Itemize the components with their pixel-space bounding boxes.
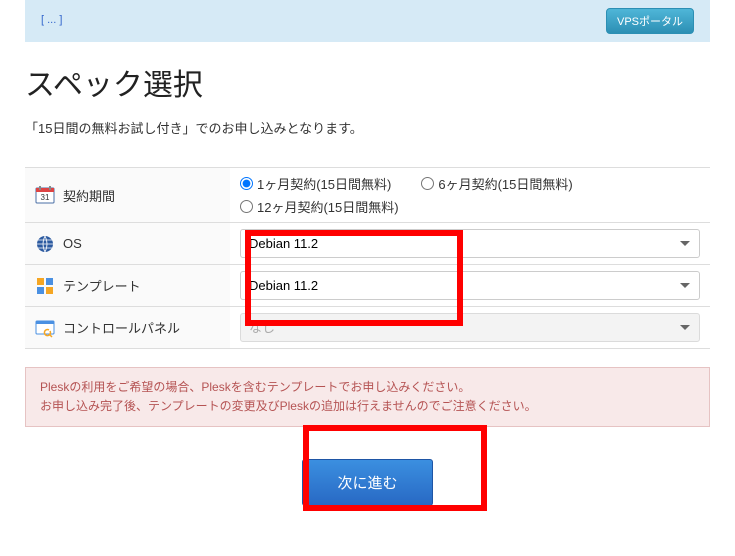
warning-line-1: Pleskの利用をご希望の場合、Pleskを含むテンプレートでお申し込みください… bbox=[40, 378, 695, 397]
period-option-2[interactable]: 12ヶ月契約(15日間無料) bbox=[240, 197, 399, 216]
page-title: スペック選択 bbox=[25, 60, 710, 104]
banner-link[interactable]: [ ... ] bbox=[41, 14, 62, 26]
cpanel-select-wrap: なし bbox=[240, 313, 700, 342]
plesk-warning: Pleskの利用をご希望の場合、Pleskを含むテンプレートでお申し込みください… bbox=[25, 367, 710, 427]
next-button[interactable]: 次に進む bbox=[302, 459, 432, 506]
vps-portal-button[interactable]: VPSポータル bbox=[606, 8, 694, 34]
radio-6month[interactable] bbox=[421, 177, 434, 190]
calendar-icon: 31 bbox=[35, 185, 55, 205]
top-banner: [ ... ] VPSポータル bbox=[25, 0, 710, 42]
os-select-wrap: Debian 11.2 bbox=[240, 229, 700, 258]
template-select[interactable]: Debian 11.2 bbox=[240, 271, 700, 300]
row-template: テンプレート Debian 11.2 bbox=[25, 265, 710, 307]
warning-line-2: お申し込み完了後、テンプレートの変更及びPleskの追加は行えませんのでご注意く… bbox=[40, 397, 695, 416]
template-label: テンプレート bbox=[63, 276, 141, 295]
template-select-wrap: Debian 11.2 bbox=[240, 271, 700, 300]
cpanel-label: コントロールパネル bbox=[63, 318, 180, 337]
os-label: OS bbox=[63, 236, 82, 251]
period-option-0[interactable]: 1ヶ月契約(15日間無料) bbox=[240, 174, 391, 193]
action-wrap: 次に進む bbox=[0, 459, 735, 506]
os-select[interactable]: Debian 11.2 bbox=[240, 229, 700, 258]
row-os: OS Debian 11.2 bbox=[25, 223, 710, 265]
radio-12month[interactable] bbox=[240, 200, 253, 213]
row-period: 31 契約期間 1ヶ月契約(15日間無料) 6ヶ月契約(15日間無料) 12ヶ月… bbox=[25, 168, 710, 223]
radio-1month[interactable] bbox=[240, 177, 253, 190]
svg-text:31: 31 bbox=[41, 193, 50, 202]
period-radios: 1ヶ月契約(15日間無料) 6ヶ月契約(15日間無料) 12ヶ月契約(15日間無… bbox=[240, 174, 700, 216]
period-option-1[interactable]: 6ヶ月契約(15日間無料) bbox=[421, 174, 572, 193]
period-label: 契約期間 bbox=[63, 186, 115, 205]
cpanel-select: なし bbox=[240, 313, 700, 342]
control-panel-icon bbox=[35, 318, 55, 338]
globe-icon bbox=[35, 234, 55, 254]
template-icon bbox=[35, 276, 55, 296]
row-cpanel: コントロールパネル なし bbox=[25, 307, 710, 349]
page-subtitle: 「15日間の無料お試し付き」でのお申し込みとなります。 bbox=[25, 118, 710, 137]
spec-table: 31 契約期間 1ヶ月契約(15日間無料) 6ヶ月契約(15日間無料) 12ヶ月… bbox=[25, 167, 710, 349]
